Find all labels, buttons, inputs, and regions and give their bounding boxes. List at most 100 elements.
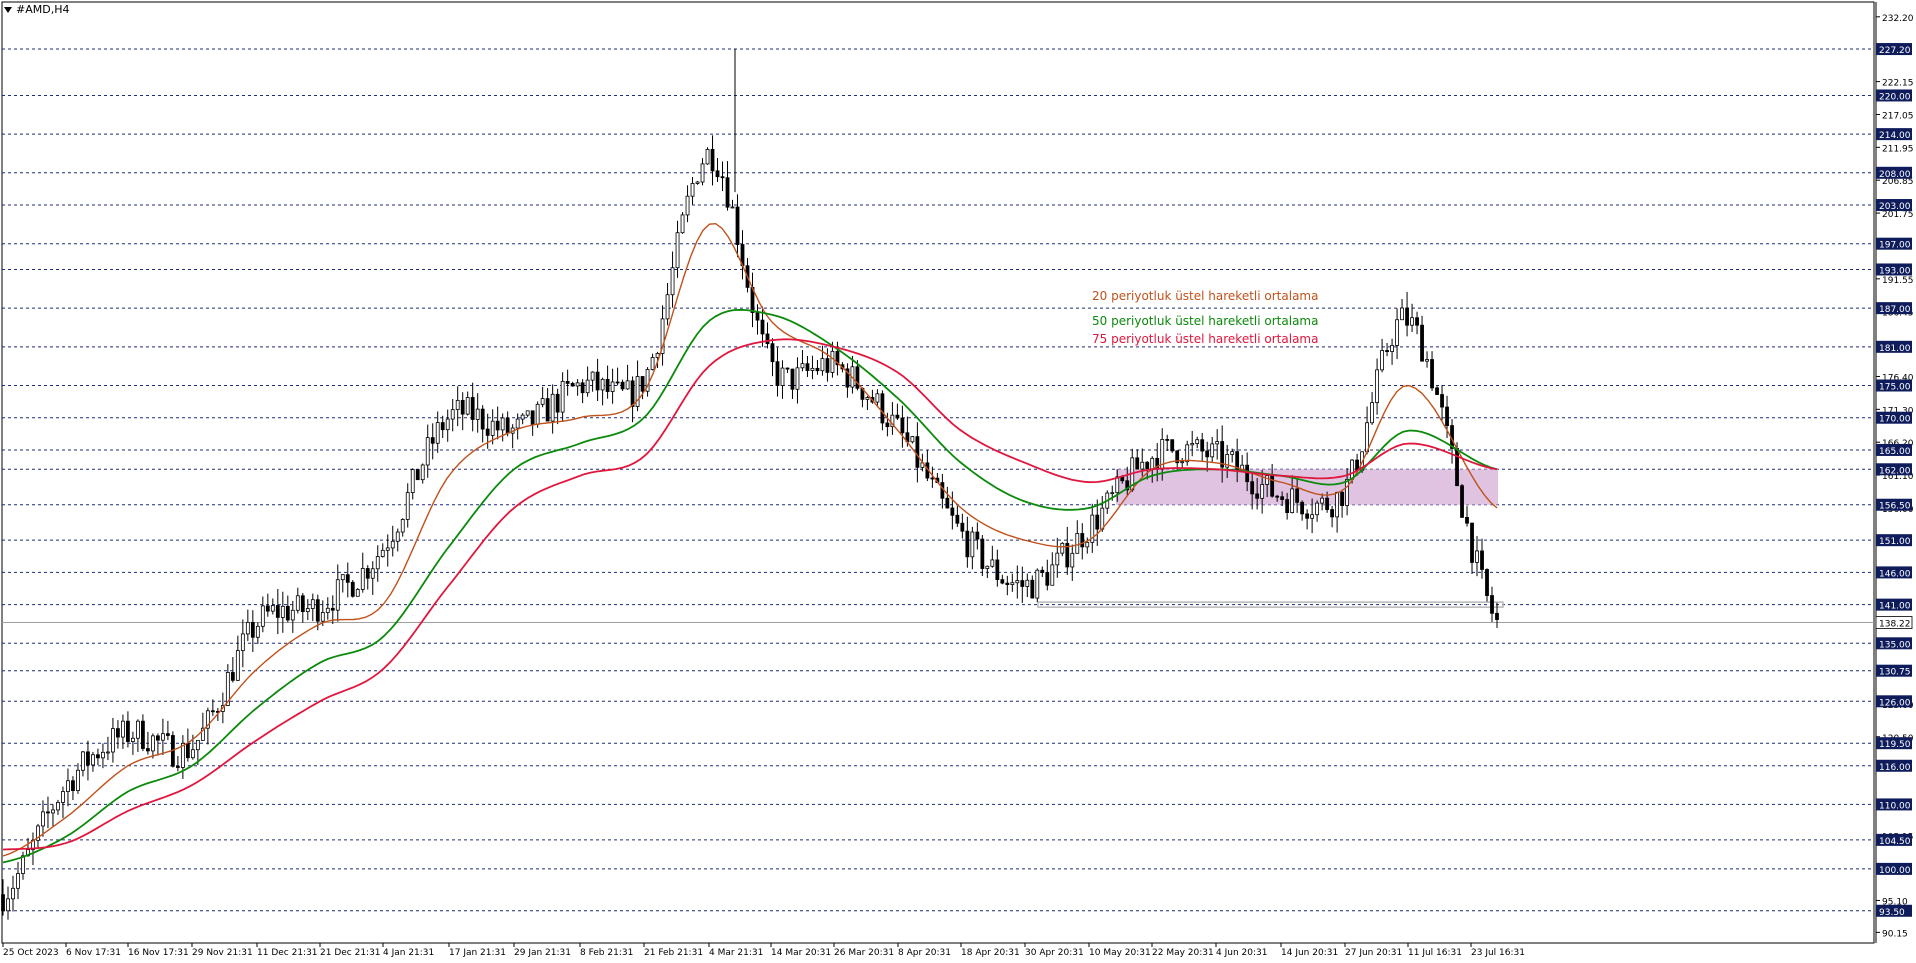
bearish-candle <box>805 363 810 371</box>
bullish-candle <box>625 380 630 390</box>
bearish-candle <box>950 507 955 516</box>
level-label: 187.00 <box>1879 305 1911 315</box>
bullish-candle <box>320 612 325 622</box>
bearish-candle <box>565 381 570 384</box>
bullish-candle <box>540 398 545 405</box>
bearish-candle <box>1030 579 1035 599</box>
bullish-candle <box>1150 457 1155 470</box>
bearish-candle <box>885 422 890 428</box>
bullish-candle <box>160 733 165 741</box>
bearish-candle <box>505 417 510 434</box>
bullish-candle <box>1070 552 1075 568</box>
bearish-candle <box>1325 497 1330 510</box>
bearish-candle <box>1340 491 1345 506</box>
bullish-candle <box>990 559 995 567</box>
bullish-candle <box>985 565 990 569</box>
level-label: 203.00 <box>1879 202 1911 212</box>
bearish-candle <box>980 538 985 569</box>
bearish-candle <box>1485 569 1489 596</box>
level-label: 100.00 <box>1879 866 1911 876</box>
bearish-candle <box>1490 595 1494 614</box>
bullish-candle <box>360 568 365 590</box>
ema50-annotation: 50 periyotluk üstel hareketli ortalama <box>1092 314 1319 328</box>
bullish-candle <box>390 540 395 549</box>
x-tick-label: 11 Dec 21:31 <box>257 948 318 958</box>
bullish-candle <box>465 397 470 415</box>
bearish-candle <box>1470 522 1474 563</box>
bearish-candle <box>1435 387 1439 395</box>
bullish-candle <box>610 381 615 392</box>
bullish-candle <box>575 382 580 387</box>
level-label: 93.50 <box>1879 908 1905 918</box>
bullish-candle <box>910 436 915 443</box>
bullish-candle <box>1425 359 1429 362</box>
bearish-candle <box>605 378 610 392</box>
bullish-candle <box>420 464 425 481</box>
bullish-candle <box>800 363 805 369</box>
chart-header[interactable]: #AMD,H4 <box>4 3 69 16</box>
bullish-candle <box>670 267 675 296</box>
bullish-candle <box>500 417 505 431</box>
bearish-candle <box>755 312 760 321</box>
bullish-candle <box>1140 461 1145 470</box>
bearish-candle <box>1445 406 1449 427</box>
bullish-candle <box>1115 476 1120 494</box>
bearish-candle <box>350 581 355 597</box>
level-label: 193.00 <box>1879 266 1911 276</box>
bearish-candle <box>86 751 90 766</box>
bearish-candle <box>440 422 445 431</box>
bullish-candle <box>600 378 605 391</box>
bearish-candle <box>580 382 585 394</box>
bearish-candle <box>960 522 965 532</box>
bearish-candle <box>640 376 645 392</box>
bullish-candle <box>1050 564 1055 586</box>
bearish-candle <box>485 428 490 436</box>
bearish-candle <box>770 343 775 363</box>
level-label: 165.00 <box>1879 447 1911 457</box>
bearish-candle <box>595 371 600 391</box>
bullish-candle <box>1475 550 1479 563</box>
y-tick-label: 232.20 <box>1882 14 1914 24</box>
y-tick-label: 211.95 <box>1882 144 1914 154</box>
bullish-candle <box>280 605 285 618</box>
bullish-candle <box>76 769 80 792</box>
x-tick-label: 18 Apr 20:31 <box>961 948 1020 958</box>
bullish-candle <box>380 549 385 557</box>
bullish-candle <box>1085 541 1090 548</box>
bullish-candle <box>111 728 115 753</box>
level-label: 162.00 <box>1879 466 1911 476</box>
x-tick-label: 27 Jun 20:31 <box>1345 948 1402 958</box>
ema75-annotation: 75 periyotluk üstel hareketli ortalama <box>1092 332 1319 346</box>
bullish-candle <box>1210 443 1215 458</box>
ema50-line <box>2 308 1498 864</box>
bullish-candle <box>56 802 60 811</box>
bullish-candle <box>290 609 295 621</box>
x-tick-label: 10 May 20:31 <box>1089 948 1151 958</box>
bearish-candle <box>430 437 435 444</box>
plot-frame <box>1 1 1875 944</box>
bearish-candle <box>1465 516 1469 524</box>
bearish-candle <box>1305 513 1310 519</box>
bullish-candle <box>700 163 705 183</box>
bearish-candle <box>1045 572 1050 586</box>
bearish-candle <box>96 754 100 759</box>
bearish-candle <box>210 710 215 713</box>
bullish-candle <box>475 408 480 420</box>
dropdown-triangle-icon[interactable] <box>4 6 12 13</box>
bearish-candle <box>995 559 1000 581</box>
bullish-candle <box>410 469 415 493</box>
chart-window: 232.20 222.15 217.05 211.95 206.85 201.75 191.… <box>0 0 1916 963</box>
bearish-candle <box>815 367 820 372</box>
bearish-candle <box>415 469 420 481</box>
bullish-candle <box>1400 307 1404 321</box>
bearish-candle <box>1135 457 1140 470</box>
bullish-candle <box>235 650 240 681</box>
bullish-candle <box>305 608 310 613</box>
bearish-candle <box>975 531 980 540</box>
bullish-candle <box>1390 345 1394 352</box>
bullish-candle <box>41 811 45 827</box>
bearish-candle <box>615 381 620 384</box>
price-chart[interactable]: 232.20222.15217.05211.95206.85201.75191.… <box>0 0 1916 963</box>
bearish-candle <box>1200 439 1205 452</box>
bearish-candle <box>460 399 465 415</box>
